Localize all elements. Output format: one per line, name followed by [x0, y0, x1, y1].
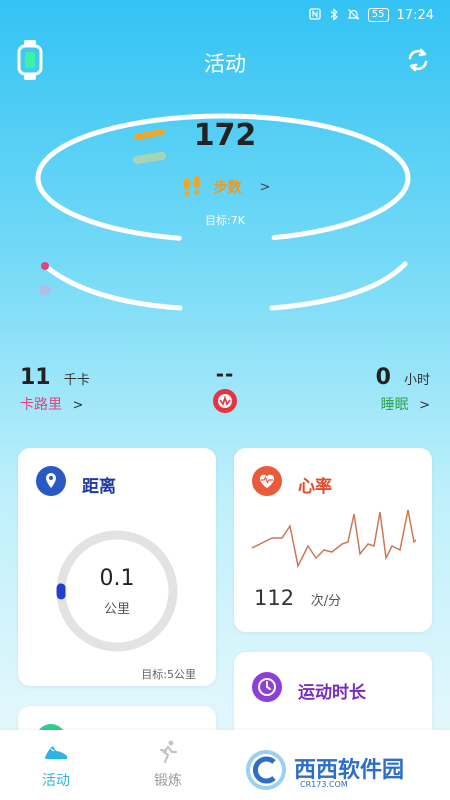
steps-link[interactable]: 步数 >: [0, 176, 450, 198]
calories-value: 11: [20, 365, 51, 390]
nfc-icon: [309, 8, 321, 22]
calories-unit: 千卡: [63, 373, 90, 388]
tab-exercise[interactable]: 锻炼: [128, 738, 208, 790]
bottom-tab-bar: 活动 锻炼 西西软件园 CR173.COM: [0, 730, 450, 800]
calories-label: 卡路里: [20, 397, 62, 413]
status-time: 17:24: [396, 7, 434, 23]
distance-value: 0.1: [99, 566, 135, 591]
medal-icon: [213, 389, 237, 413]
location-pin-icon: [36, 466, 66, 496]
distance-unit: 公里: [103, 602, 130, 617]
calories-ring-glow: [39, 285, 51, 295]
clock-icon: [252, 672, 282, 702]
runner-icon: [159, 740, 178, 764]
chevron-right-icon: >: [72, 398, 84, 413]
distance-progress-ring: [56, 530, 178, 652]
watermark-subtext: CR173.COM: [300, 780, 348, 789]
calories-ring-progress: [41, 262, 49, 270]
activity-screen: 55 17:24 活动 172 步数 > 目标:7K 11 千卡 卡路里 > -…: [0, 0, 450, 800]
watermark-logo-icon: [246, 750, 286, 790]
footprints-icon: [183, 176, 201, 197]
sleep-label: 睡眠: [380, 397, 409, 413]
steps-ring-glow: [133, 152, 166, 164]
tab-activity[interactable]: 活动: [16, 738, 96, 790]
tab-exercise-label: 锻炼: [154, 773, 182, 789]
steps-label: 步数: [213, 180, 242, 196]
battery-icon: 55: [367, 8, 389, 22]
tab-activity-label: 活动: [42, 773, 70, 789]
heart-rate-card[interactable]: 心率 112 次/分: [234, 448, 432, 632]
battery-level: 55: [371, 9, 385, 20]
center-metric-value: --: [215, 362, 235, 386]
status-bar: 55 17:24: [0, 0, 450, 30]
heart-rate-unit: 次/分: [310, 594, 342, 609]
calories-ring-track: [42, 263, 183, 311]
watermark: 西西软件园 CR173.COM: [244, 748, 444, 792]
shoe-icon: [45, 745, 67, 759]
chevron-right-icon: >: [259, 179, 271, 195]
page-title: 活动: [204, 52, 246, 76]
heart-rate-title: 心率: [298, 477, 332, 497]
bluetooth-icon: [329, 7, 339, 23]
sleep-ring-track: [269, 261, 408, 311]
distance-card[interactable]: 距离 0.1 公里 目标:5公里: [18, 448, 216, 686]
sleep-unit: 小时: [403, 373, 430, 388]
chevron-right-icon: >: [419, 398, 430, 413]
exercise-duration-title: 运动时长: [298, 683, 366, 703]
heart-rate-value: 112: [254, 586, 295, 610]
heart-pulse-icon: [252, 466, 282, 496]
center-metric[interactable]: --: [205, 362, 245, 414]
distance-title: 距离: [82, 477, 116, 497]
steps-goal: 目标:7K: [205, 214, 245, 227]
sleep-value: 0: [375, 365, 391, 390]
refresh-icon[interactable]: [404, 46, 432, 74]
mute-bell-icon: [347, 8, 360, 23]
calories-metric[interactable]: 11 千卡 卡路里 >: [20, 365, 90, 414]
sleep-metric[interactable]: 0 小时 睡眠 >: [376, 365, 430, 414]
heart-rate-chart: [251, 509, 416, 569]
header: 活动: [0, 38, 450, 88]
distance-goal: 目标:5公里: [141, 668, 196, 681]
steps-value: 172: [193, 118, 257, 153]
heart-rate-line: [251, 509, 416, 569]
